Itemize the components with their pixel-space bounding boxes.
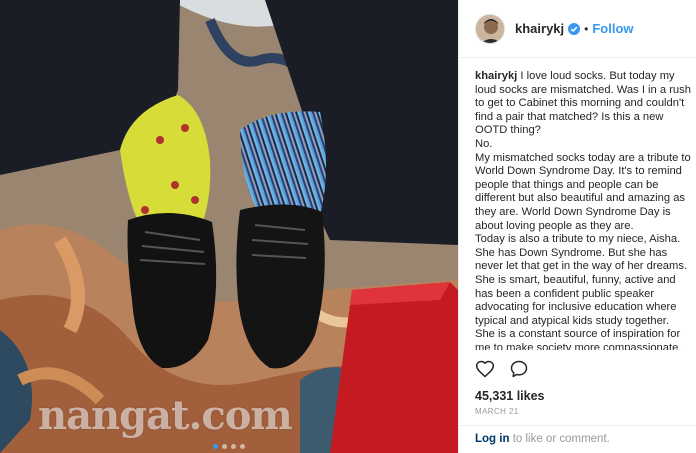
comment-bubble-icon[interactable] bbox=[509, 359, 529, 379]
post-actions bbox=[475, 359, 529, 379]
post-username[interactable]: khairykj bbox=[515, 21, 564, 36]
separator-dot: • bbox=[584, 21, 589, 36]
carousel-dot[interactable] bbox=[213, 444, 218, 449]
carousel-dot[interactable] bbox=[231, 444, 236, 449]
login-link[interactable]: Log in bbox=[475, 433, 510, 445]
carousel-dot[interactable] bbox=[222, 444, 227, 449]
watermark-text: nangat.com bbox=[38, 392, 293, 439]
login-prompt: Log in to like or comment. bbox=[459, 425, 696, 453]
carousel-indicator bbox=[0, 444, 458, 449]
post-caption: khairykj I love loud socks. But today my… bbox=[475, 70, 691, 350]
follow-button[interactable]: Follow bbox=[592, 21, 633, 36]
post-side-panel: khairykj • Follow khairykj I love loud s… bbox=[458, 0, 696, 453]
caption-line: My mismatched socks today are a tribute … bbox=[475, 151, 691, 232]
caption-username[interactable]: khairykj bbox=[475, 70, 517, 82]
heart-icon[interactable] bbox=[475, 359, 495, 379]
caption-line: Today is also a tribute to my niece, Ais… bbox=[475, 233, 688, 350]
mismatched-socks-photo bbox=[0, 0, 458, 453]
carousel-dot[interactable] bbox=[240, 444, 245, 449]
avatar[interactable] bbox=[475, 13, 505, 44]
login-prompt-text: to like or comment. bbox=[509, 433, 610, 445]
caption-line: No. bbox=[475, 137, 493, 150]
verified-badge-icon bbox=[568, 22, 581, 35]
likes-count[interactable]: 45,331 likes bbox=[475, 389, 545, 403]
post-photo[interactable]: nangat.com bbox=[0, 0, 458, 453]
post-header: khairykj • Follow bbox=[459, 0, 696, 58]
post-date: MARCH 21 bbox=[475, 407, 519, 416]
